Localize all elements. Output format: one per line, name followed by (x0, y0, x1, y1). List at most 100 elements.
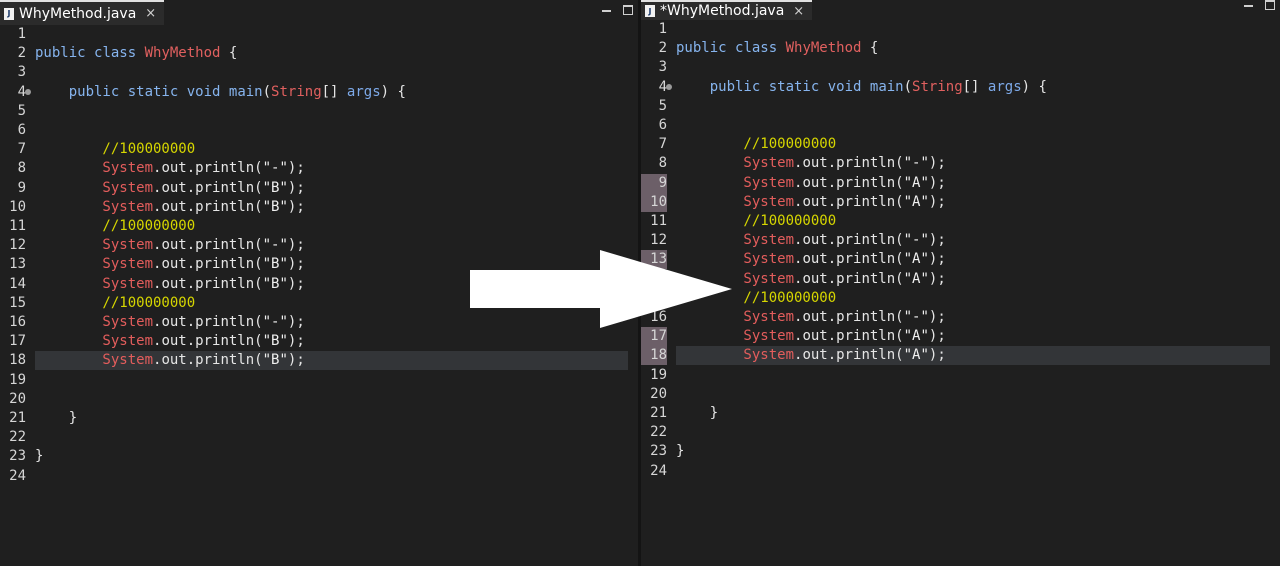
code-text: System.out.println("A"); (676, 250, 1270, 269)
code-token: [] (962, 78, 988, 95)
code-line[interactable]: 7 //100000000 (0, 140, 638, 159)
code-token: ); (287, 314, 305, 330)
code-token: ) { (1021, 78, 1047, 95)
code-token: .out.println( (153, 160, 263, 177)
code-token: { (861, 40, 879, 57)
minimize-icon[interactable] (602, 10, 611, 12)
code-token: args (987, 78, 1022, 95)
code-token: .out.println( (794, 270, 904, 287)
right-editor-tab[interactable]: J *WhyMethod.java × (641, 0, 813, 20)
code-token: ) { (380, 83, 406, 100)
close-icon[interactable]: × (145, 6, 156, 21)
code-line[interactable]: 16 System.out.println("-"); (641, 308, 1280, 327)
left-editor-tab[interactable]: J WhyMethod.java × (0, 0, 165, 25)
code-token: [] (321, 83, 347, 100)
code-line[interactable]: 15 //100000000 (641, 289, 1280, 308)
code-line[interactable]: 4 public static void main(String[] args)… (0, 83, 638, 102)
code-line[interactable]: 5 (0, 102, 638, 121)
code-token: .out.println( (153, 256, 263, 273)
line-number: 11 (9, 218, 26, 234)
code-line[interactable]: 6 (0, 121, 638, 140)
line-number: 22 (650, 424, 667, 441)
code-text: System.out.println("-"); (676, 154, 1270, 173)
code-token: "B" (262, 198, 288, 215)
right-code-editor[interactable]: 1 2 public class WhyMethod {3 4 public stat… (641, 20, 1280, 566)
code-token: "A" (903, 174, 929, 191)
code-line[interactable]: 23} (641, 442, 1280, 461)
code-line[interactable]: 9 System.out.println("B"); (0, 179, 638, 198)
code-line[interactable]: 20 (641, 385, 1280, 404)
code-text: } (35, 447, 628, 466)
code-line[interactable]: 14 System.out.println("A"); (641, 269, 1280, 289)
code-text: System.out.println("A"); (676, 346, 1270, 366)
code-line[interactable]: 8 System.out.println("-"); (641, 154, 1280, 173)
close-icon[interactable]: × (793, 4, 804, 19)
code-line[interactable]: 6 (641, 116, 1280, 135)
code-line[interactable]: 11 //100000000 (0, 217, 638, 236)
code-token: .out.println( (153, 352, 263, 369)
code-line[interactable]: 2 public class WhyMethod { (0, 44, 638, 63)
code-token: "A" (903, 347, 929, 364)
code-line[interactable]: 1 (641, 20, 1280, 39)
code-line[interactable]: 5 (641, 97, 1280, 116)
line-number: 19 (9, 371, 26, 388)
code-token: "-" (262, 314, 288, 330)
code-line[interactable]: 3 (641, 58, 1280, 77)
code-line[interactable]: 17 System.out.println("B"); (0, 332, 638, 351)
code-line[interactable]: 10 System.out.println("B"); (0, 198, 638, 217)
code-line[interactable]: 20 (0, 390, 638, 409)
left-tab-label: WhyMethod.java (19, 5, 137, 22)
line-number: 21 (9, 410, 26, 426)
code-line[interactable]: 18 System.out.println("B"); (0, 351, 638, 371)
code-line[interactable]: 24 (641, 462, 1280, 481)
code-line[interactable]: 22 (0, 428, 638, 447)
code-token: String (271, 83, 322, 100)
line-number: 2 (658, 40, 667, 57)
code-line[interactable]: 7 //100000000 (641, 135, 1280, 154)
code-line[interactable]: 21 } (0, 409, 638, 428)
code-line[interactable]: 22 (641, 423, 1280, 442)
code-token: WhyMethod (785, 40, 862, 57)
code-line[interactable]: 13 System.out.println("A"); (641, 250, 1280, 270)
code-line[interactable]: 11 //100000000 (641, 212, 1280, 231)
code-line[interactable]: 8 System.out.println("-"); (0, 159, 638, 178)
code-text: System.out.println("B"); (35, 351, 628, 371)
code-line[interactable]: 10 System.out.println("A"); (641, 192, 1280, 212)
maximize-icon[interactable] (623, 5, 633, 15)
line-number: 19 (650, 366, 667, 383)
code-token: ); (287, 352, 305, 369)
code-line[interactable]: 3 (0, 63, 638, 82)
code-line[interactable]: 18 System.out.println("A"); (641, 346, 1280, 366)
code-line[interactable]: 4 public static void main(String[] args)… (641, 78, 1280, 97)
code-token: .out.println( (794, 193, 904, 210)
code-text: public class WhyMethod { (676, 39, 1270, 58)
code-line[interactable]: 17 System.out.println("A"); (641, 327, 1280, 347)
code-text: } (676, 404, 1270, 423)
code-text: System.out.println("A"); (676, 270, 1270, 289)
code-line[interactable]: 9 System.out.println("A"); (641, 173, 1280, 193)
line-number: 20 (650, 385, 667, 402)
code-token: //100000000 (676, 213, 837, 229)
code-line[interactable]: 19 (641, 366, 1280, 385)
code-line[interactable]: 1 (0, 25, 638, 44)
code-token: System (35, 275, 154, 292)
code-line[interactable]: 19 (0, 371, 638, 390)
code-token: "A" (903, 270, 929, 287)
code-token: System (676, 174, 795, 191)
code-line[interactable]: 2 public class WhyMethod { (641, 39, 1280, 58)
code-token: .out.println( (153, 198, 263, 215)
minimize-icon[interactable] (1244, 5, 1253, 7)
java-file-icon: J (645, 5, 655, 17)
code-token: .out.println( (153, 237, 263, 254)
code-token: .out.println( (153, 314, 263, 330)
code-line[interactable]: 24 (0, 467, 638, 486)
line-number: 8 (658, 155, 667, 172)
line-number: 10 (9, 198, 26, 215)
code-token: //100000000 (35, 141, 196, 158)
code-line[interactable]: 23} (0, 447, 638, 466)
maximize-icon[interactable] (1265, 0, 1275, 10)
code-line[interactable]: 21 } (641, 404, 1280, 423)
code-token: void (186, 83, 229, 100)
code-line[interactable]: 12 System.out.println("-"); (641, 231, 1280, 250)
